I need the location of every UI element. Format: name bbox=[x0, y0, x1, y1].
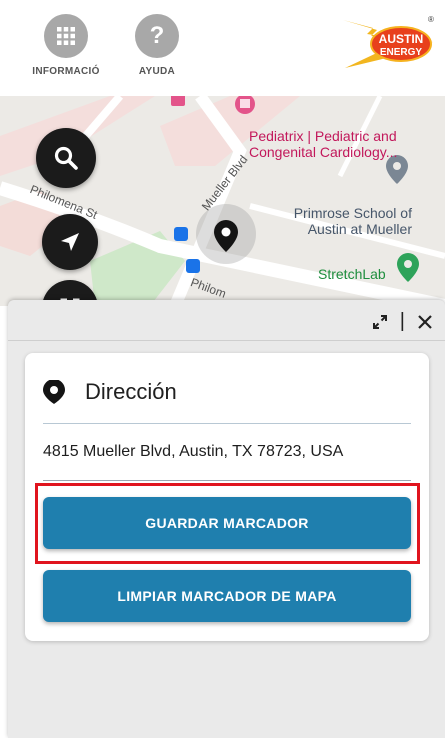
grid-icon bbox=[44, 14, 88, 58]
svg-text:ENERGY: ENERGY bbox=[380, 47, 423, 58]
locate-button[interactable] bbox=[42, 214, 98, 270]
search-icon bbox=[54, 146, 78, 170]
expand-icon[interactable] bbox=[372, 314, 388, 330]
poi-pediatrix[interactable]: Pediatrix | Pediatric and Congenital Car… bbox=[249, 128, 419, 160]
navigation-arrow-icon bbox=[61, 233, 79, 251]
poi-primrose[interactable]: Primrose School of Austin at Mueller bbox=[276, 205, 412, 237]
save-marker-button[interactable]: GUARDAR MARCADOR bbox=[43, 497, 411, 549]
info-button[interactable]: INFORMACIÓ bbox=[26, 14, 106, 77]
help-label: AYUDA bbox=[138, 66, 176, 77]
close-icon[interactable] bbox=[417, 314, 433, 330]
address-card: Dirección 4815 Mueller Blvd, Austin, TX … bbox=[25, 353, 429, 641]
top-header: INFORMACIÓ ? AYUDA AUSTIN ENERGY ® bbox=[0, 0, 445, 96]
info-label: INFORMACIÓ bbox=[32, 66, 100, 77]
address-field[interactable]: 4815 Mueller Blvd, Austin, TX 78723, USA bbox=[43, 443, 343, 461]
toolbar-separator: | bbox=[399, 310, 405, 332]
sheet-divider bbox=[8, 340, 445, 341]
search-button[interactable] bbox=[36, 128, 96, 188]
address-sheet: | Dirección 4815 Mueller Blvd, Austin, T… bbox=[8, 300, 445, 738]
svg-text:AUSTIN: AUSTIN bbox=[379, 32, 424, 46]
card-title: Dirección bbox=[85, 379, 177, 404]
location-pin-icon bbox=[43, 380, 65, 404]
poi-stretchlab[interactable]: StretchLab bbox=[318, 266, 386, 282]
sheet-toolbar: | bbox=[372, 310, 433, 333]
address-underline bbox=[43, 480, 411, 481]
austin-energy-logo: AUSTIN ENERGY ® bbox=[337, 12, 437, 76]
svg-text:®: ® bbox=[428, 15, 434, 24]
title-divider bbox=[43, 423, 411, 424]
card-header: Dirección bbox=[43, 379, 177, 405]
question-icon: ? bbox=[135, 14, 179, 58]
clear-map-marker-button[interactable]: LIMPIAR MARCADOR DE MAPA bbox=[43, 570, 411, 622]
help-button[interactable]: ? AYUDA bbox=[117, 14, 197, 77]
